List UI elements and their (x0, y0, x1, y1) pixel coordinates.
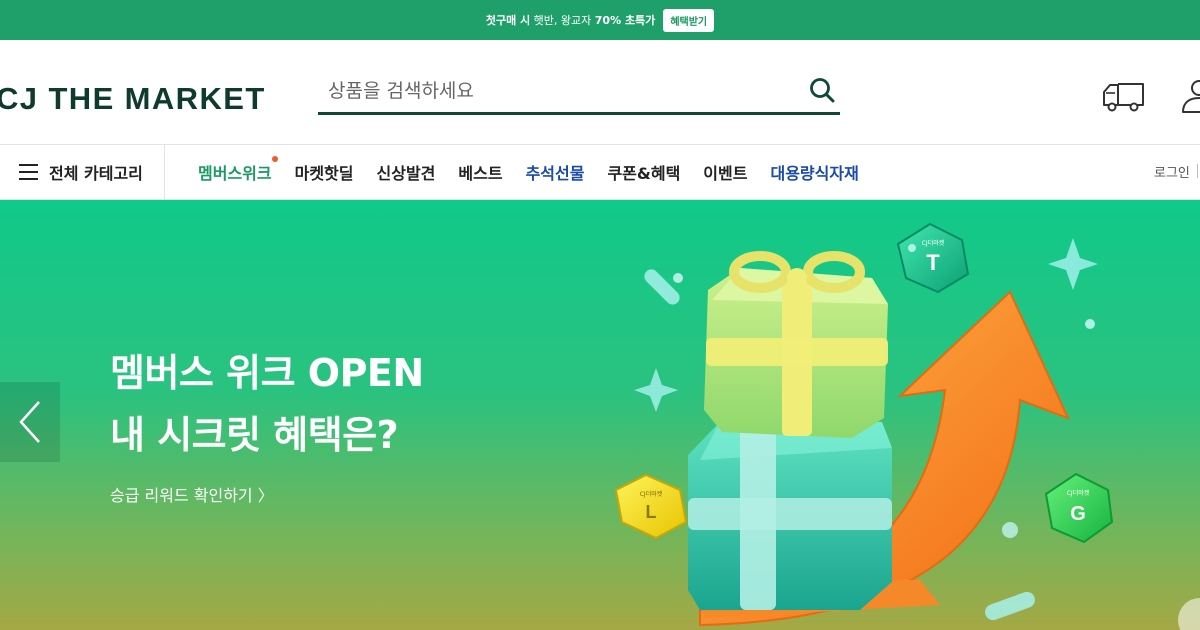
hero-title-line-1: 멤버스 위크 OPEN (110, 351, 424, 395)
badge-letter-t: T (926, 250, 940, 275)
badge-brand-l: CJ더마켓 (640, 490, 663, 498)
search-input[interactable] (318, 70, 798, 112)
hero-title-line-2: 내 시크릿 혜택은? (110, 413, 399, 457)
all-categories-button[interactable]: 전체 카테고리 (0, 145, 165, 199)
carousel-prev-button[interactable] (0, 382, 60, 462)
login-link[interactable]: 로그인 (1154, 162, 1190, 181)
search-icon[interactable] (808, 76, 836, 104)
nav-item-events[interactable]: 이벤트 (703, 160, 747, 184)
nav-item-best[interactable]: 베스트 (458, 160, 502, 184)
nav-item-members-week[interactable]: 멤버스위크 (198, 156, 278, 184)
hamburger-menu-icon (19, 164, 38, 180)
badge-letter-l: L (646, 502, 657, 522)
delivery-truck-icon[interactable] (1100, 80, 1146, 114)
badge-brand-t: CJ더마켓 (922, 239, 945, 247)
header: CJ THE MARKET (0, 40, 1200, 144)
search-bar (318, 70, 840, 115)
logo[interactable]: CJ THE MARKET (0, 81, 266, 117)
promo-bar: 첫구매 시 햇반, 왕교자 70% 초특가 혜택받기 (0, 0, 1200, 40)
nav-menu: 멤버스위크 마켓핫딜 신상발견 베스트 추석선물 쿠폰&혜택 이벤트 대용량식자… (198, 145, 859, 199)
all-categories-label: 전체 카테고리 (49, 164, 143, 183)
nav-item-bulk-ingredients[interactable]: 대용량식자재 (770, 160, 858, 184)
promo-benefit-button[interactable]: 혜택받기 (663, 8, 715, 32)
nav-item-chuseok-gifts[interactable]: 추석선물 (526, 160, 585, 184)
hero-banner[interactable]: T CJ더마켓 L CJ더마켓 G CJ더마켓 멤버스 위크 OPEN 내 시크… (0, 200, 1200, 630)
hero-title: 멤버스 위크 OPEN 내 시크릿 혜택은? (110, 342, 424, 466)
chevron-left-icon (19, 401, 40, 443)
badge-brand-g: CJ더마켓 (1067, 489, 1090, 497)
nav-item-coupons-benefits[interactable]: 쿠폰&혜택 (607, 160, 680, 184)
nav-item-market-hotdeal[interactable]: 마켓핫딜 (295, 160, 354, 184)
nav-item-new-arrivals[interactable]: 신상발견 (377, 160, 436, 184)
new-badge-dot (271, 156, 278, 162)
divider (1197, 164, 1198, 178)
main-navigation: 전체 카테고리 멤버스위크 마켓핫딜 신상발견 베스트 추석선물 쿠폰&혜택 이… (0, 144, 1200, 200)
promo-text: 첫구매 시 햇반, 왕교자 70% 초특가 (485, 14, 656, 27)
reward-check-link[interactable]: 승급 리워드 확인하기 〉 (110, 482, 274, 506)
badge-letter-g: G (1070, 503, 1086, 525)
user-icon[interactable] (1180, 78, 1200, 114)
